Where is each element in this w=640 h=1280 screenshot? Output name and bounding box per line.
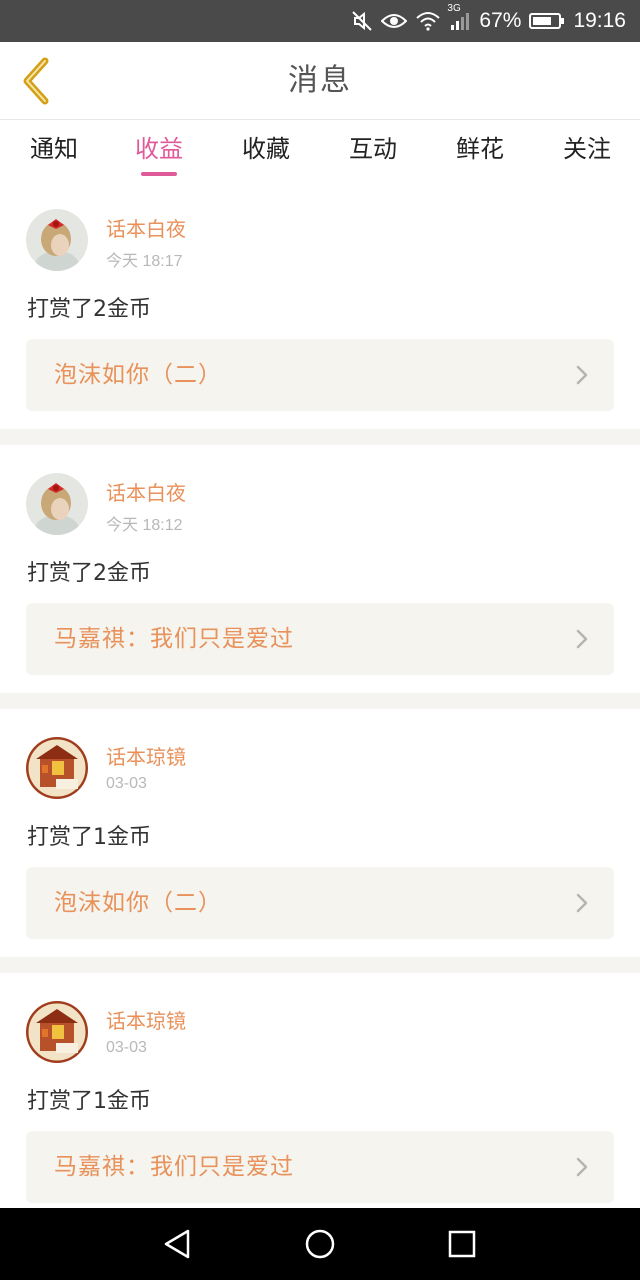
chevron-right-icon <box>576 1157 588 1177</box>
mute-icon <box>351 10 373 32</box>
tab-favorites[interactable]: 收藏 <box>212 121 320 181</box>
message-card: 话本白夜 今天 18:17 打赏了2金币 泡沫如你（二） <box>0 181 640 429</box>
tab-label: 互动 <box>349 135 397 163</box>
nav-recents-button[interactable] <box>442 1226 482 1262</box>
divider <box>0 693 640 709</box>
username[interactable]: 话本琼镜 <box>106 1005 186 1034</box>
divider <box>0 957 640 973</box>
app-header: 消息 <box>0 42 640 120</box>
battery-icon <box>529 11 565 31</box>
status-icons: 3G 67% 19:16 <box>351 0 626 42</box>
avatar[interactable] <box>26 1001 88 1063</box>
tab-label: 收藏 <box>242 135 290 163</box>
username[interactable]: 话本白夜 <box>106 213 186 242</box>
timestamp: 今天 18:17 <box>106 253 183 270</box>
book-link[interactable]: 马嘉祺：我们只是爱过 <box>26 603 614 675</box>
home-circle-icon <box>305 1229 335 1259</box>
divider <box>0 429 640 445</box>
message-card: 话本琼镜 03-03 打赏了1金币 马嘉祺：我们只是爱过 <box>0 973 640 1208</box>
tab-interactions[interactable]: 互动 <box>319 121 427 181</box>
avatar[interactable] <box>26 209 88 271</box>
timestamp: 今天 18:12 <box>106 517 183 534</box>
book-link[interactable]: 泡沫如你（二） <box>26 867 614 939</box>
reward-text: 打赏了2金币 <box>27 561 151 586</box>
nav-back-button[interactable] <box>157 1226 197 1262</box>
active-tab-indicator <box>141 172 177 176</box>
message-card: 话本琼镜 03-03 打赏了1金币 泡沫如你（二） <box>0 709 640 957</box>
chevron-right-icon <box>576 893 588 913</box>
timestamp: 03-03 <box>106 775 147 792</box>
clock: 19:16 <box>573 9 626 32</box>
reward-text: 打赏了2金币 <box>27 297 151 322</box>
recents-square-icon <box>448 1230 476 1258</box>
avatar[interactable] <box>26 737 88 799</box>
tab-notifications[interactable]: 通知 <box>0 121 108 181</box>
message-card: 话本白夜 今天 18:12 打赏了2金币 马嘉祺：我们只是爱过 <box>0 445 640 693</box>
tab-label: 收益 <box>135 135 183 163</box>
girl-avatar-icon <box>26 473 88 535</box>
tab-label: 通知 <box>30 135 78 163</box>
back-triangle-icon <box>164 1229 190 1259</box>
book-link[interactable]: 马嘉祺：我们只是爱过 <box>26 1131 614 1203</box>
tab-bar: 通知 收益 收藏 互动 鲜花 关注 <box>0 121 640 181</box>
message-list[interactable]: 话本白夜 今天 18:17 打赏了2金币 泡沫如你（二） 话本白夜 今天 18:… <box>0 181 640 1208</box>
status-bar: 3G 67% 19:16 <box>0 0 640 42</box>
reward-text: 打赏了1金币 <box>27 825 151 850</box>
reward-text: 打赏了1金币 <box>27 1089 151 1114</box>
username[interactable]: 话本白夜 <box>106 477 186 506</box>
girl-avatar-icon <box>26 209 88 271</box>
shrine-avatar-icon <box>26 737 88 799</box>
wifi-icon <box>415 11 441 31</box>
book-title: 马嘉祺：我们只是爱过 <box>54 1154 294 1180</box>
tab-label: 鲜花 <box>456 135 504 163</box>
tab-flowers[interactable]: 鲜花 <box>426 121 534 181</box>
signal-icon: 3G <box>447 3 471 31</box>
tab-label: 关注 <box>563 135 611 163</box>
avatar[interactable] <box>26 473 88 535</box>
network-type: 3G <box>447 3 461 14</box>
book-link[interactable]: 泡沫如你（二） <box>26 339 614 411</box>
tab-earnings[interactable]: 收益 <box>105 121 213 181</box>
book-title: 马嘉祺：我们只是爱过 <box>54 626 294 652</box>
chevron-right-icon <box>576 365 588 385</box>
timestamp: 03-03 <box>106 1039 147 1056</box>
book-title: 泡沫如你（二） <box>54 362 222 388</box>
page-title: 消息 <box>288 63 352 98</box>
chevron-right-icon <box>576 629 588 649</box>
battery-percent: 67% <box>479 9 522 32</box>
shrine-avatar-icon <box>26 1001 88 1063</box>
book-title: 泡沫如你（二） <box>54 890 222 916</box>
system-nav-bar <box>0 1208 640 1280</box>
tab-following[interactable]: 关注 <box>533 121 640 181</box>
nav-home-button[interactable] <box>300 1226 340 1262</box>
username[interactable]: 话本琼镜 <box>106 741 186 770</box>
eye-icon <box>381 11 408 31</box>
